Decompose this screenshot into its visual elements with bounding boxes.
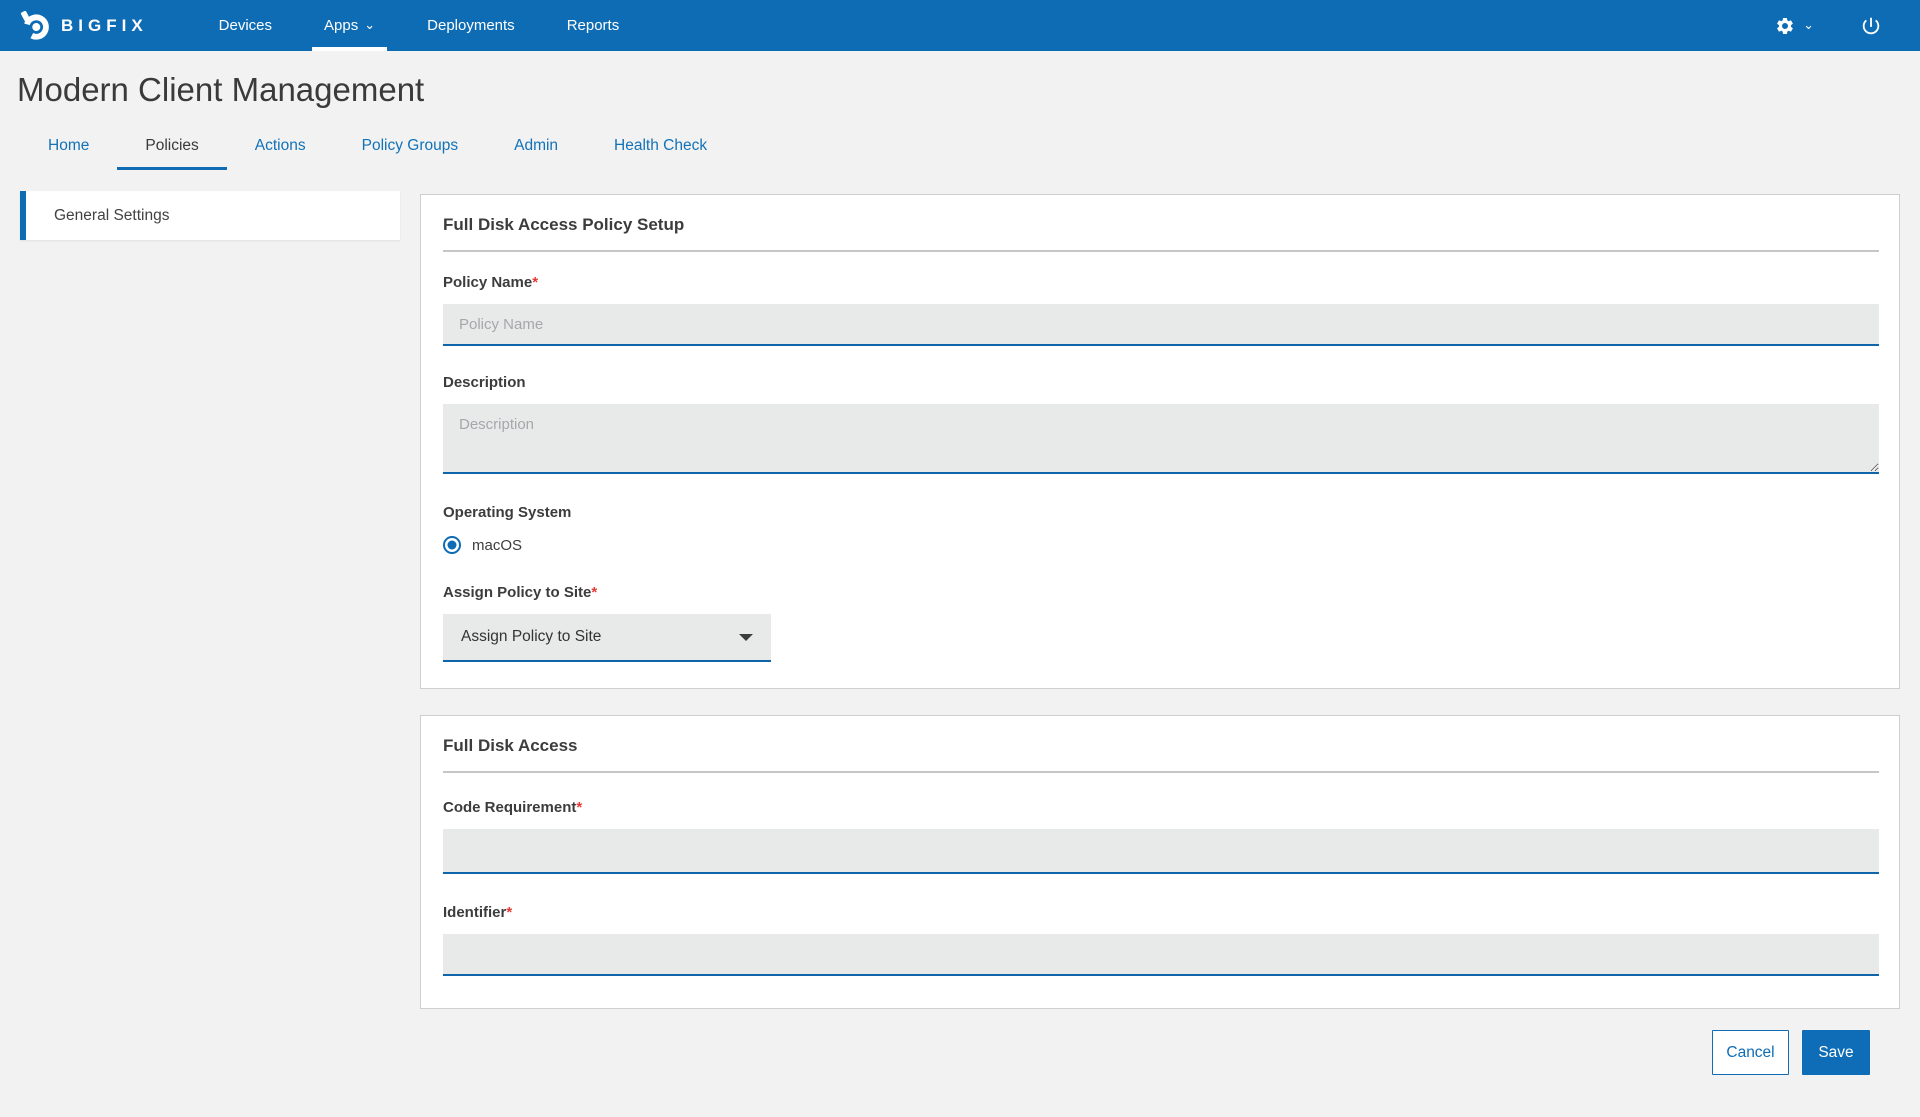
heading-divider	[443, 250, 1879, 252]
identifier-label: Identifier*	[443, 904, 1879, 921]
tab-policy-groups[interactable]: Policy Groups	[334, 127, 486, 170]
bigfix-brand[interactable]: BIGFIX	[20, 0, 148, 51]
tab-home[interactable]: Home	[20, 127, 117, 170]
code-requirement-label: Code Requirement*	[443, 799, 1879, 816]
required-asterisk: *	[576, 799, 582, 816]
radio-selected-icon	[443, 536, 461, 554]
policy-setup-card: Full Disk Access Policy Setup Policy Nam…	[420, 194, 1900, 689]
description-textarea[interactable]	[443, 404, 1879, 474]
required-asterisk: *	[506, 904, 512, 921]
nav-item-apps[interactable]: Apps ⌄	[298, 0, 401, 51]
operating-system-label: Operating System	[443, 504, 1879, 521]
code-requirement-input[interactable]	[443, 829, 1879, 874]
assign-site-select[interactable]: Assign Policy to Site	[443, 614, 771, 662]
heading-divider	[443, 771, 1879, 773]
sidebar-item-label: General Settings	[54, 207, 169, 225]
assign-site-selected-value: Assign Policy to Site	[461, 628, 601, 646]
chevron-down-icon: ⌄	[364, 18, 375, 31]
full-disk-access-heading: Full Disk Access	[443, 736, 1879, 756]
chevron-down-icon: ⌄	[1803, 18, 1814, 31]
page-title: Modern Client Management	[17, 71, 1920, 109]
tab-health-check[interactable]: Health Check	[586, 127, 735, 170]
nav-item-reports[interactable]: Reports	[541, 0, 646, 51]
settings-sidebar: General Settings	[20, 191, 400, 240]
nav-item-devices[interactable]: Devices	[193, 0, 298, 51]
brand-name: BIGFIX	[61, 16, 148, 36]
tab-actions[interactable]: Actions	[227, 127, 334, 170]
required-asterisk: *	[532, 274, 538, 291]
macos-radio-label: macOS	[472, 537, 522, 554]
policy-name-input[interactable]	[443, 304, 1879, 346]
policy-form: Full Disk Access Policy Setup Policy Nam…	[420, 170, 1900, 1075]
assign-site-label: Assign Policy to Site*	[443, 584, 1879, 601]
nav-item-deployments[interactable]: Deployments	[401, 0, 541, 51]
required-asterisk: *	[591, 584, 597, 601]
full-disk-access-card: Full Disk Access Code Requirement* Ident…	[420, 715, 1900, 1009]
tab-policies[interactable]: Policies	[117, 127, 226, 170]
policy-name-label: Policy Name*	[443, 274, 1879, 291]
save-button[interactable]: Save	[1802, 1030, 1870, 1075]
macos-radio[interactable]: macOS	[443, 536, 1879, 554]
form-actions: Cancel Save	[420, 1009, 1900, 1075]
top-navbar: BIGFIX Devices Apps ⌄ Deployments Report…	[0, 0, 1920, 51]
tab-admin[interactable]: Admin	[486, 127, 586, 170]
main-nav: Devices Apps ⌄ Deployments Reports	[193, 0, 646, 51]
caret-down-icon	[739, 634, 753, 641]
navbar-right: ⌄	[1775, 0, 1882, 51]
gear-icon	[1775, 16, 1795, 36]
power-icon[interactable]	[1860, 15, 1882, 37]
settings-menu-button[interactable]: ⌄	[1775, 16, 1814, 36]
bigfix-logo-icon	[20, 10, 51, 41]
tab-bar: Home Policies Actions Policy Groups Admi…	[20, 127, 1920, 170]
description-label: Description	[443, 374, 1879, 391]
identifier-input[interactable]	[443, 934, 1879, 976]
content-area: General Settings Full Disk Access Policy…	[0, 170, 1920, 1075]
sidebar-item-general-settings[interactable]: General Settings	[20, 191, 400, 240]
policy-setup-heading: Full Disk Access Policy Setup	[443, 215, 1879, 235]
cancel-button[interactable]: Cancel	[1712, 1030, 1789, 1075]
